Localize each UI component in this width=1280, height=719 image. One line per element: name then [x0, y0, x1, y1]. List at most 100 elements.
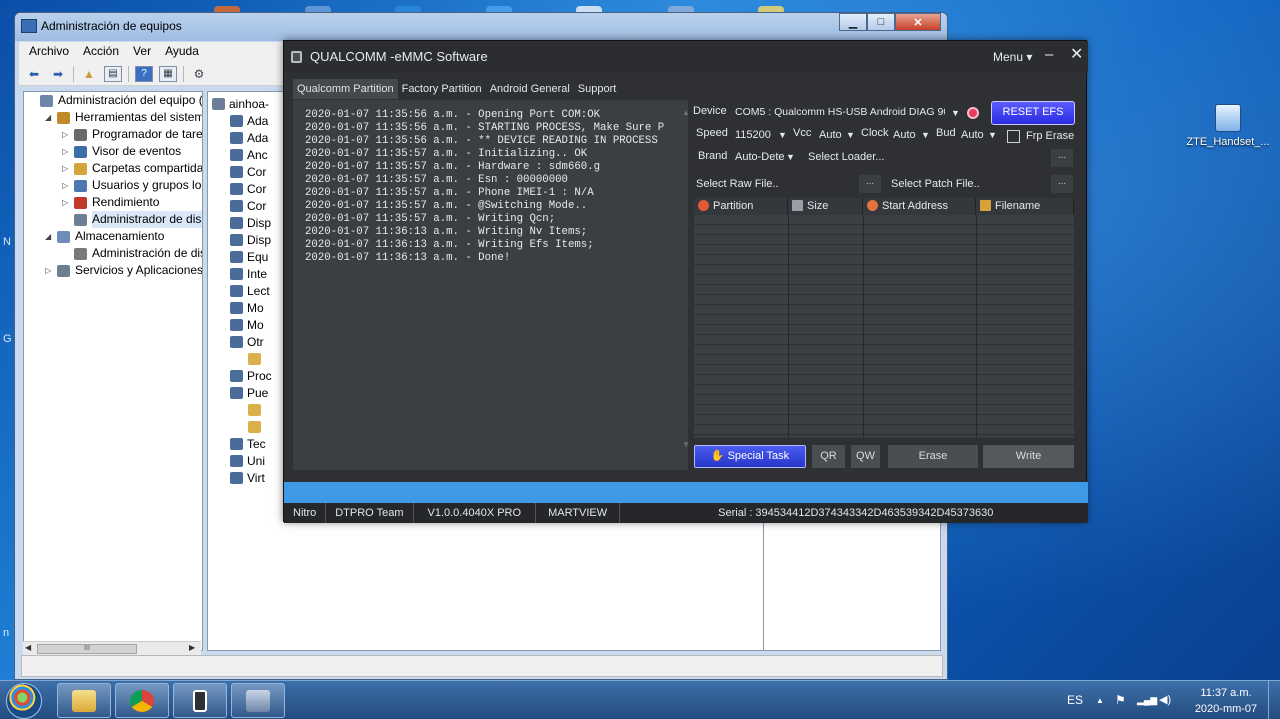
scroll-left-icon[interactable]: ◀ [25, 643, 31, 652]
qc-title-bar[interactable]: QUALCOMM -eMMC Software Menu ▾ – ✕ [284, 41, 1088, 73]
scroll-thumb[interactable]: III [37, 644, 137, 654]
tree-item[interactable]: ▷ Servicios y Aplicaciones [24, 262, 202, 279]
scroll-down-icon[interactable]: ▼ [682, 440, 690, 449]
tab-support[interactable]: Support [574, 79, 621, 99]
device-category[interactable]: Disp [230, 232, 271, 249]
column-filename[interactable]: Filename [976, 198, 1074, 215]
show-desktop-button[interactable] [1268, 681, 1280, 719]
taskbar-phone-app[interactable] [173, 683, 227, 718]
tab-android-general[interactable]: Android General [486, 79, 574, 99]
device-category[interactable]: Lect [230, 283, 270, 300]
browse-loader-button[interactable]: ... [1051, 149, 1073, 167]
chevron-down-icon[interactable]: ▼ [951, 108, 960, 118]
tree-expander-icon[interactable]: ▷ [62, 126, 72, 143]
device-category[interactable] [248, 402, 265, 419]
speed-select[interactable]: 115200 [735, 129, 771, 141]
tab-factory-partition[interactable]: Factory Partition [398, 79, 486, 99]
action-center-flag-icon[interactable]: ⚑ [1115, 681, 1126, 719]
device-category[interactable]: Proc [230, 368, 272, 385]
menu-accion[interactable]: Acción [83, 44, 119, 60]
write-button[interactable]: Write [983, 445, 1074, 468]
clock-select[interactable]: Auto [893, 129, 916, 141]
tree-item[interactable]: ▷ Rendimiento [24, 194, 202, 211]
tree-item[interactable]: Administración de disco [24, 245, 202, 262]
column-start-address[interactable]: Start Address [863, 198, 976, 215]
tree-horizontal-scrollbar[interactable]: ◀ III ▶ [23, 641, 201, 655]
system-clock[interactable]: 11:37 a.m. 2020-mm-07 [1186, 685, 1266, 717]
device-category[interactable]: Equ [230, 249, 268, 266]
help-icon[interactable]: ? [135, 65, 153, 82]
tree-item[interactable]: Administración del equipo (loc [24, 92, 202, 109]
chevron-down-icon[interactable]: ▼ [846, 130, 855, 140]
scroll-right-icon[interactable]: ▶ [189, 643, 195, 652]
menu-ver[interactable]: Ver [133, 44, 151, 60]
device-category[interactable] [248, 351, 265, 368]
device-category[interactable]: Cor [230, 198, 266, 215]
device-category[interactable]: Inte [230, 266, 267, 283]
device-select[interactable]: COM5 : Qualcomm HS-USB Android DIAG 901D [735, 106, 945, 118]
language-indicator[interactable]: ES [1067, 681, 1083, 719]
device-category[interactable]: Pue [230, 385, 268, 402]
device-category[interactable]: Otr [230, 334, 264, 351]
tree-item[interactable]: ◢ Almacenamiento [24, 228, 202, 245]
device-category[interactable]: Tec [230, 436, 266, 453]
chevron-down-icon[interactable]: ▼ [921, 130, 930, 140]
menu-archivo[interactable]: Archivo [29, 44, 69, 60]
tree-item[interactable]: Administrador de dispo [24, 211, 202, 228]
tree-item[interactable]: ◢ Herramientas del sistema [24, 109, 202, 126]
taskbar-chrome[interactable] [115, 683, 169, 718]
tree-expander-icon[interactable]: ◢ [45, 228, 55, 245]
taskbar-explorer[interactable] [57, 683, 111, 718]
browse-patch-button[interactable]: ... [1051, 175, 1073, 193]
chevron-down-icon[interactable]: ▼ [778, 130, 787, 140]
tree-expander-icon[interactable]: ▷ [62, 194, 72, 211]
bud-select[interactable]: Auto [961, 129, 984, 141]
tree-expander-icon[interactable]: ▷ [62, 160, 72, 177]
device-category[interactable]: Anc [230, 147, 268, 164]
device-category[interactable]: ainhoa- [212, 96, 269, 113]
brand-select[interactable]: Auto-Dete [735, 151, 785, 163]
menu-ayuda[interactable]: Ayuda [165, 44, 199, 60]
log-panel[interactable]: 2020-01-07 11:35:56 a.m. - Opening Port … [293, 100, 690, 520]
scan-hardware-icon[interactable]: ⚙ [190, 66, 208, 82]
column-size[interactable]: Size [788, 198, 863, 215]
zte-handset-shortcut[interactable]: ZTE_Handset_... [1186, 104, 1270, 158]
properties-icon[interactable]: ▦ [159, 65, 177, 82]
tree-expander-icon[interactable]: ▷ [45, 262, 55, 279]
tree-expander-icon[interactable]: ▷ [62, 143, 72, 160]
patch-file-field[interactable]: Select Patch File.. [891, 178, 980, 190]
reset-efs-button[interactable]: RESET EFS [991, 101, 1075, 125]
qw-button[interactable]: QW [851, 445, 880, 468]
back-arrow-icon[interactable]: ⬅ [25, 66, 43, 82]
volume-icon[interactable]: ◀) [1159, 681, 1171, 719]
device-category[interactable]: Mo [230, 300, 264, 317]
frp-erase-checkbox[interactable] [1007, 130, 1020, 143]
taskbar-computer-management[interactable] [231, 683, 285, 718]
device-category[interactable]: Cor [230, 164, 266, 181]
maximize-button[interactable]: □ [867, 13, 895, 31]
qr-button[interactable]: QR [812, 445, 845, 468]
show-hide-tree-icon[interactable]: ▤ [104, 65, 122, 82]
column-partition[interactable]: Partition [694, 198, 788, 215]
forward-arrow-icon[interactable]: ➡ [49, 66, 67, 82]
device-category[interactable]: Ada [230, 130, 268, 147]
device-category[interactable] [248, 419, 265, 436]
device-category[interactable]: Ada [230, 113, 268, 130]
scroll-up-icon[interactable]: ▲ [682, 108, 690, 117]
qc-menu-button[interactable]: Menu ▾ [993, 50, 1032, 64]
tree-item[interactable]: ▷ Programador de tareas [24, 126, 202, 143]
loader-field[interactable]: Select Loader... [808, 151, 884, 163]
device-category[interactable]: Uni [230, 453, 265, 470]
qc-close-button[interactable]: ✕ [1070, 44, 1083, 64]
tree-item[interactable]: ▷ Visor de eventos [24, 143, 202, 160]
close-button[interactable]: ✕ [895, 13, 941, 31]
up-folder-icon[interactable]: ▲ [80, 66, 98, 82]
partition-grid[interactable]: Partition Size Start Address Filename [694, 198, 1074, 438]
qc-minimize-button[interactable]: – [1045, 46, 1053, 63]
device-category[interactable]: Cor [230, 181, 266, 198]
special-task-button[interactable]: ✋ Special Task [694, 445, 806, 468]
tree-expander-icon[interactable]: ◢ [45, 109, 55, 126]
device-category[interactable]: Disp [230, 215, 271, 232]
minimize-button[interactable]: ▁ [839, 13, 867, 31]
device-category[interactable]: Virt [230, 470, 265, 487]
